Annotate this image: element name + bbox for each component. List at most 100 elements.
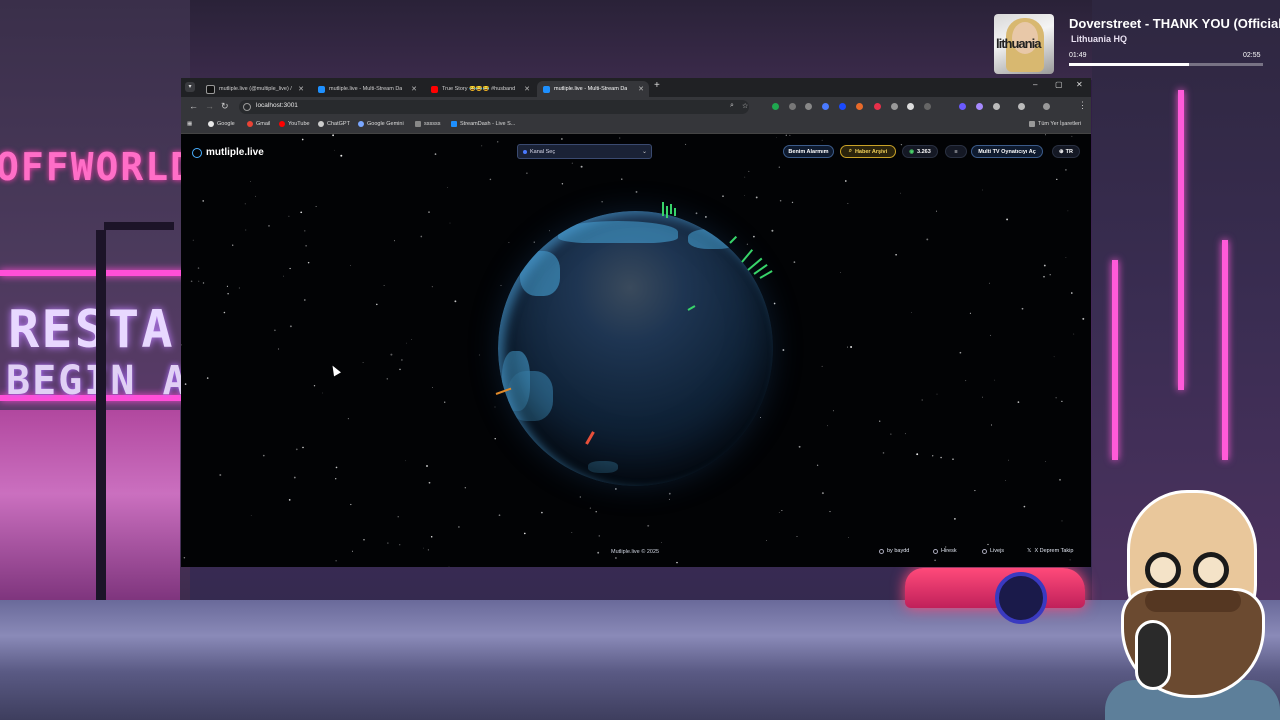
extension-icon[interactable] [891, 103, 898, 110]
star [184, 383, 187, 385]
window-close-button[interactable]: ✕ [1076, 80, 1083, 89]
tab-search-button[interactable]: ▾ [185, 82, 195, 92]
extension-icon[interactable] [822, 103, 829, 110]
bookmark-gmail[interactable]: Gmail [247, 121, 270, 127]
extension-icon[interactable] [789, 103, 796, 110]
maximize-button[interactable]: ▢ [1055, 80, 1063, 89]
star [434, 153, 437, 155]
bookmark-chatgpt[interactable]: ChatGPT [318, 121, 350, 127]
star [1059, 478, 1061, 481]
bookmark-star-icon[interactable]: ☆ [742, 102, 748, 110]
close-icon[interactable]: ✕ [411, 85, 417, 93]
extension-icon[interactable] [907, 103, 914, 110]
star [494, 438, 496, 440]
channel-select[interactable]: Kanal Seç ⌄ [517, 144, 652, 159]
bookmark-google[interactable]: Google [208, 121, 235, 127]
star [386, 378, 389, 380]
all-bookmarks-folder[interactable]: Tüm Yer İşaretleri [1029, 121, 1081, 127]
extension-icon[interactable] [976, 103, 983, 110]
extension-icon[interactable] [959, 103, 966, 110]
star [821, 492, 824, 495]
bookmark-streamdash[interactable]: StreamDash - Live S... [451, 121, 515, 127]
star [1067, 210, 1069, 212]
star [969, 312, 971, 314]
close-icon[interactable]: ✕ [638, 85, 644, 93]
star [449, 222, 451, 224]
stream-spike [666, 206, 668, 218]
extension-icon[interactable] [839, 103, 846, 110]
star [411, 338, 413, 340]
star [791, 201, 794, 204]
tab-2[interactable]: True Story 😂😂😂 #husband ✕ [425, 81, 535, 97]
footer-link-deprem[interactable]: 𝕏X Deprem Takip [1027, 548, 1073, 554]
site-logo[interactable]: mutliple.live [192, 147, 264, 158]
bookmark-gemini[interactable]: Google Gemini [358, 121, 404, 127]
star [351, 550, 353, 552]
zoom-icon[interactable]: ⌕ [730, 102, 734, 110]
multi-tv-button[interactable]: Multi TV Oynatıcıyı Aç [971, 145, 1043, 158]
footer-link-hiresk[interactable]: Hiresk [933, 548, 957, 554]
close-icon[interactable]: ✕ [298, 85, 304, 93]
tab-label: mutliple.live - Multi-Stream Da [329, 86, 403, 92]
new-tab-button[interactable]: + [654, 80, 660, 91]
minimize-button[interactable]: – [1033, 80, 1037, 89]
star [401, 359, 403, 361]
gmail-icon [247, 121, 253, 127]
star [571, 162, 573, 164]
extension-icon[interactable] [874, 103, 881, 110]
address-bar[interactable]: localhost:3001 ⌕ ☆ [239, 100, 749, 114]
profile-icon[interactable] [1018, 103, 1025, 110]
star [335, 478, 337, 480]
tab-1[interactable]: mutliple.live - Multi-Stream Da ✕ [312, 81, 422, 97]
star [340, 154, 343, 157]
star [793, 261, 796, 263]
star [393, 240, 396, 242]
my-alarm-button[interactable]: Benim Alarmım [783, 145, 834, 158]
bookmark-ssssss[interactable]: ssssss [415, 121, 441, 127]
earth-globe[interactable] [498, 211, 773, 486]
tab-0[interactable]: mutliple.live (@multiple_live) / ✕ [200, 81, 309, 97]
footer-link-livejs[interactable]: Livejs [982, 548, 1004, 554]
extension-icon[interactable] [772, 103, 779, 110]
search-icon: ⌕ [848, 148, 852, 154]
extension-icon[interactable] [805, 103, 812, 110]
extension-icon[interactable] [856, 103, 863, 110]
now-playing-widget: lithuania Doverstreet - THANK YOU (Offic… [994, 12, 1280, 78]
close-icon[interactable]: ✕ [524, 85, 530, 93]
star [304, 230, 306, 232]
back-button[interactable]: ← [189, 101, 198, 111]
star [426, 465, 428, 467]
star [406, 342, 407, 344]
star [283, 275, 284, 277]
star [940, 456, 942, 459]
extension-icon[interactable] [924, 103, 931, 110]
star [1044, 134, 1047, 136]
star [882, 452, 885, 454]
star [959, 351, 962, 354]
puzzle-icon[interactable] [993, 103, 1000, 110]
reload-button[interactable]: ↻ [221, 101, 229, 112]
news-archive-button[interactable]: ⌕ Haber Arşivi [840, 145, 896, 158]
tab-label: mutliple.live - Multi-Stream Da [554, 86, 628, 92]
x-icon [206, 84, 215, 94]
footer-link-label: by baydd [887, 548, 910, 554]
language-button[interactable]: ⊕ TR [1052, 145, 1080, 158]
star [397, 516, 399, 518]
bookmark-youtube[interactable]: YouTube [279, 121, 310, 127]
site-info-icon[interactable] [243, 103, 251, 111]
url-text: localhost:3001 [256, 102, 298, 109]
star [428, 211, 430, 213]
bookmarks-bar: ▦ Google Gmail YouTube ChatGPT Google Ge… [181, 117, 1091, 134]
star [661, 542, 662, 543]
forward-button[interactable]: → [205, 101, 214, 111]
media-control-icon[interactable] [1043, 103, 1050, 110]
menu-kebab-icon[interactable]: ⋮ [1078, 100, 1087, 111]
apps-grid-icon[interactable]: ▦ [187, 121, 192, 127]
footer-link-by[interactable]: by baydd [879, 548, 909, 554]
star [1053, 356, 1055, 358]
star [921, 399, 923, 401]
tab-3-active[interactable]: mutliple.live - Multi-Stream Da ✕ [537, 81, 649, 97]
menu-button[interactable]: ≡ [945, 145, 967, 158]
star [1043, 275, 1045, 278]
star [289, 325, 292, 328]
